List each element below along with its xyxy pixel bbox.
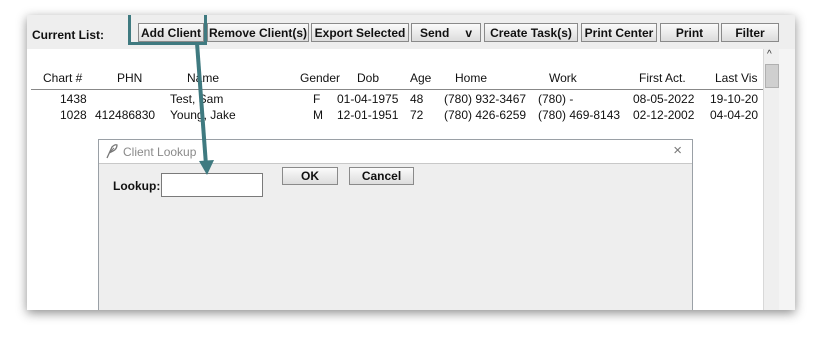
callout-arrow-icon [195, 42, 214, 175]
main-window: Current List: Add Client Remove Client(s… [27, 15, 795, 310]
